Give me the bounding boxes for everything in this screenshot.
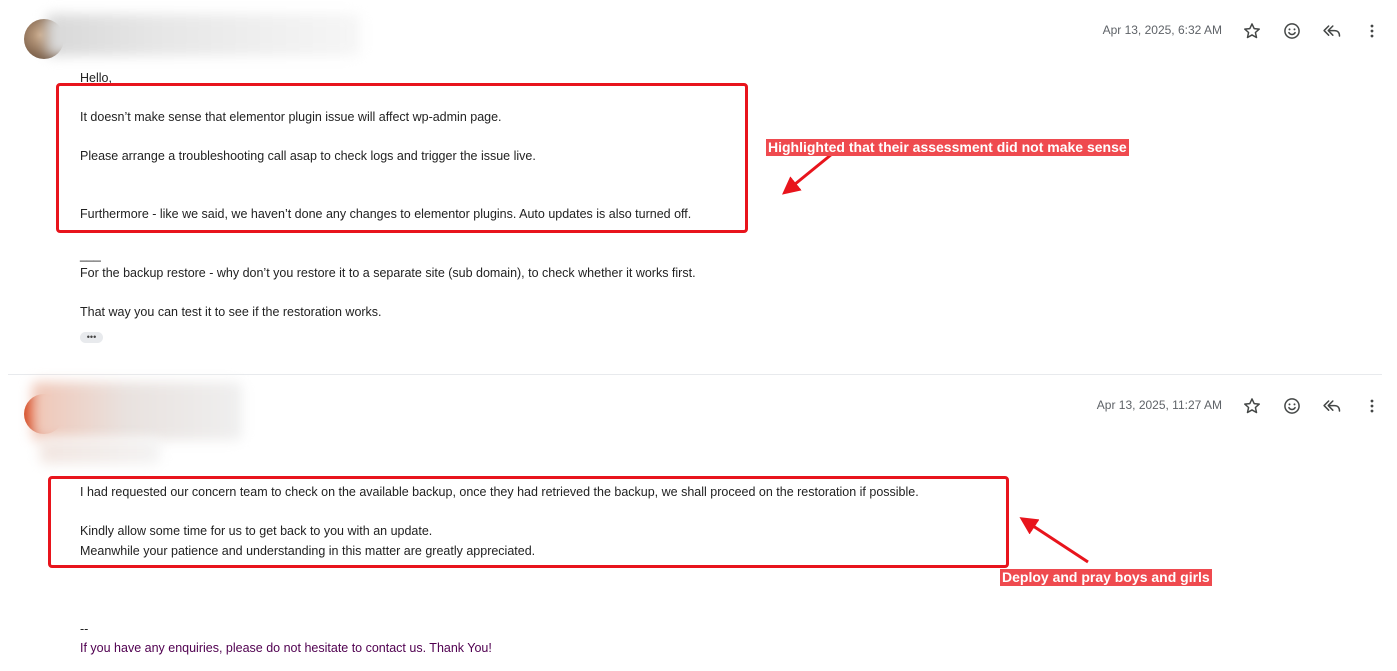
annotation-arrow [1019, 517, 1089, 564]
annotation-arrow [782, 152, 833, 195]
annotation-label: Deploy and pray boys and girls [1000, 569, 1212, 586]
annotation-label: Highlighted that their assessment did no… [766, 139, 1129, 156]
email-thread: Apr 13, 2025, 6:32 AM Hello, It doesn’t … [0, 0, 1397, 671]
